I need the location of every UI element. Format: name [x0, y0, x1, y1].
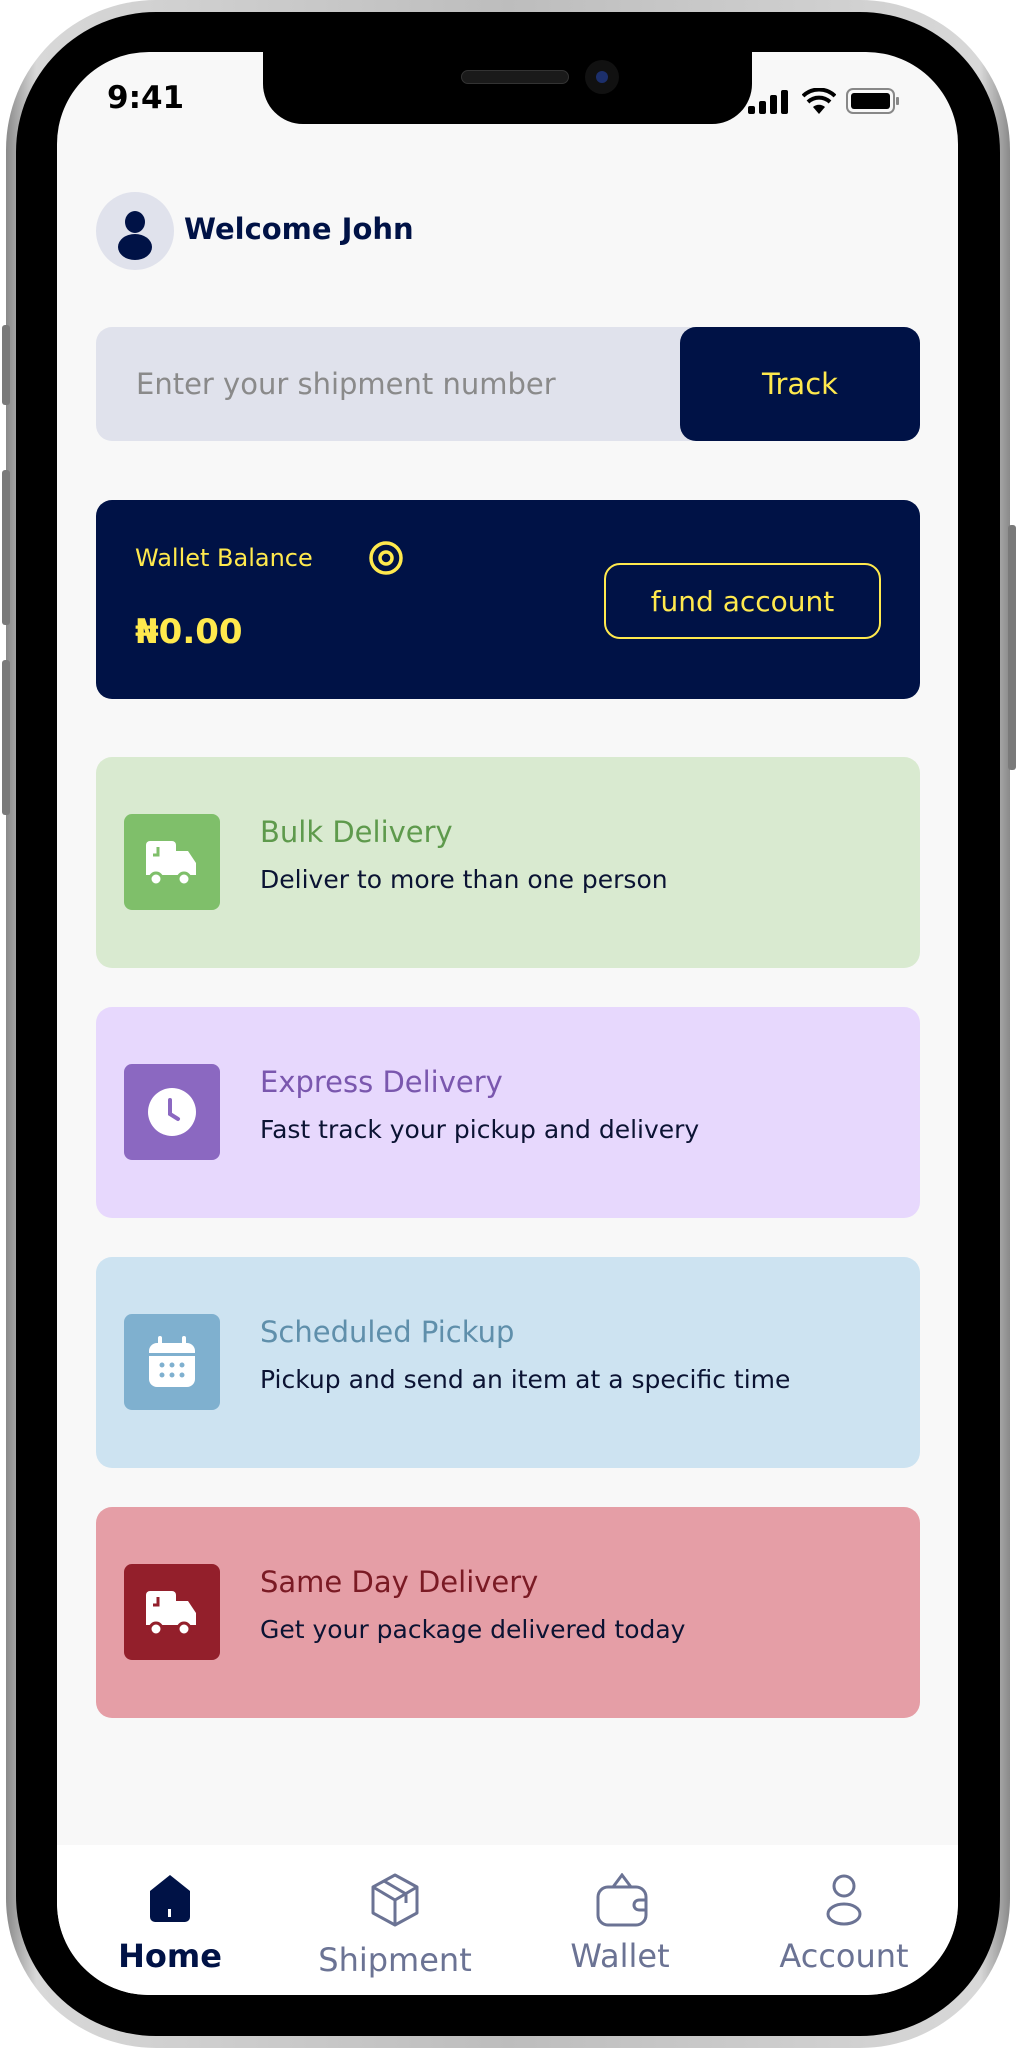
nav-label: Wallet [570, 1937, 670, 1975]
clock-icon [124, 1064, 220, 1160]
service-title: Express Delivery [260, 1065, 503, 1099]
nav-shipment[interactable]: Shipment [295, 1845, 495, 1995]
home-icon [150, 1875, 190, 1922]
service-card-express-delivery[interactable]: Express Delivery Fast track your pickup … [96, 1007, 920, 1218]
shipment-number-input[interactable] [136, 327, 676, 441]
battery-icon [846, 88, 899, 114]
speaker [461, 70, 569, 84]
wallet-icon [596, 1873, 648, 1927]
welcome-greeting: Welcome John [184, 212, 414, 246]
wallet-card: Wallet Balance ₦0.00 fund account [96, 500, 920, 699]
signal-icon [748, 90, 788, 114]
user-icon [118, 211, 152, 260]
shipment-search: Track [96, 327, 920, 441]
camera [585, 60, 619, 94]
service-title: Bulk Delivery [260, 815, 453, 849]
service-title: Same Day Delivery [260, 1565, 539, 1599]
calendar-icon [124, 1314, 220, 1410]
service-subtitle: Get your package delivered today [260, 1615, 686, 1644]
box-icon [371, 1873, 419, 1927]
service-subtitle: Pickup and send an item at a specific ti… [260, 1365, 791, 1394]
wallet-balance-amount: ₦0.00 [135, 612, 243, 652]
avatar[interactable] [96, 192, 174, 270]
power-button [1008, 525, 1016, 770]
nav-label: Account [779, 1937, 909, 1975]
status-icons [748, 88, 900, 114]
nav-wallet[interactable]: Wallet [520, 1845, 720, 1995]
eye-icon[interactable] [368, 540, 404, 576]
volume-down-button [2, 660, 10, 815]
status-time: 9:41 [107, 80, 185, 116]
bottom-nav: Home Shipment Wallet Account [57, 1845, 958, 1995]
volume-up-button [2, 470, 10, 625]
mute-switch [2, 325, 10, 405]
track-button[interactable]: Track [680, 327, 920, 441]
truck-icon [124, 814, 220, 910]
service-title: Scheduled Pickup [260, 1315, 515, 1349]
screen: 9:41 Welcome John Track Wallet Balance ₦… [57, 52, 958, 1995]
nav-home[interactable]: Home [70, 1845, 270, 1995]
nav-label: Shipment [318, 1941, 472, 1979]
wallet-balance-label: Wallet Balance [135, 544, 313, 572]
user-icon [826, 1874, 862, 1926]
truck-icon [124, 1564, 220, 1660]
notch [263, 52, 752, 124]
nav-account[interactable]: Account [744, 1845, 944, 1995]
service-card-same-day-delivery[interactable]: Same Day Delivery Get your package deliv… [96, 1507, 920, 1718]
service-card-bulk-delivery[interactable]: Bulk Delivery Deliver to more than one p… [96, 757, 920, 968]
service-card-scheduled-pickup[interactable]: Scheduled Pickup Pickup and send an item… [96, 1257, 920, 1468]
fund-account-button[interactable]: fund account [604, 563, 881, 639]
service-subtitle: Fast track your pickup and delivery [260, 1115, 700, 1144]
nav-label: Home [118, 1937, 222, 1975]
service-subtitle: Deliver to more than one person [260, 865, 668, 894]
wifi-icon [802, 88, 836, 114]
